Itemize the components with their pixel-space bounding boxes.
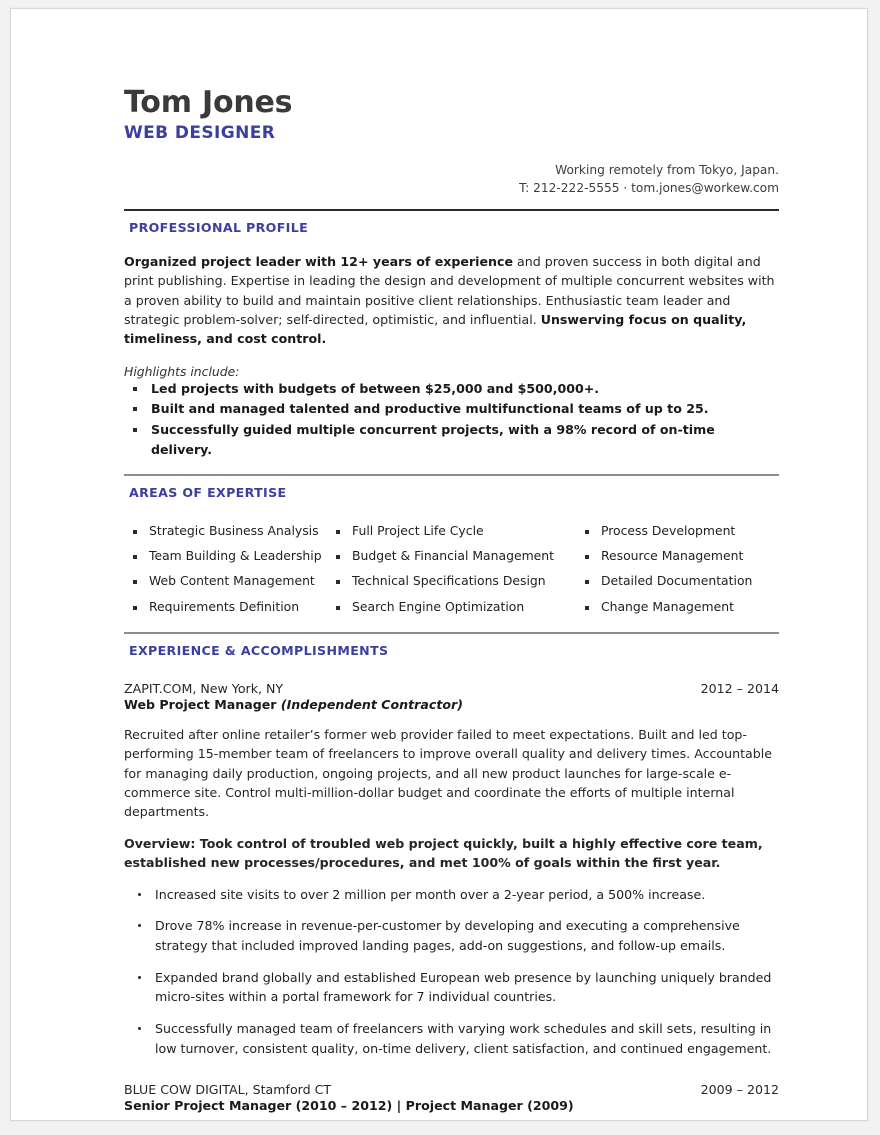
expertise-column-3: Process Development Resource Management …: [576, 518, 779, 620]
job-achievements-list: Increased site visits to over 2 million …: [124, 885, 779, 1058]
job-role-note: (Independent Contractor): [280, 697, 463, 713]
job-dates: 2012 – 2014: [700, 681, 779, 697]
section-divider-gray: [124, 632, 779, 635]
job-header-line: BLUE COW DIGITAL, Stamford CT 2009 – 201…: [124, 1082, 779, 1097]
list-item: Team Building & Leadership: [124, 543, 327, 568]
resume-header: Tom Jones WEB DESIGNER Working remotely …: [124, 87, 779, 198]
job-description: Recruited after online retailer’s former…: [124, 727, 772, 819]
candidate-job-title: WEB DESIGNER: [124, 122, 276, 143]
list-item: Full Project Life Cycle: [327, 518, 576, 543]
list-item: Successfully managed team of freelancers…: [124, 1019, 779, 1058]
highlights-label: Highlights include:: [124, 364, 240, 380]
section-professional-profile: PROFESSIONAL PROFILE Organized project l…: [124, 209, 779, 460]
job-role-line: Web Project Manager (Independent Contrac…: [124, 697, 779, 712]
section-heading-experience: EXPERIENCE & ACCOMPLISHMENTS: [129, 643, 389, 659]
experience-entry-1: ZAPIT.COM, New York, NY 2012 – 2014 Web …: [124, 681, 779, 1058]
profile-paragraph: Organized project leader with 12+ years …: [124, 252, 779, 348]
job-dates: 2009 – 2012: [700, 1082, 779, 1098]
list-item: Budget & Financial Management: [327, 543, 576, 568]
profile-lead-bold: Organized project leader with 12+ years …: [124, 254, 513, 270]
list-item: Resource Management: [576, 543, 779, 568]
expertise-column-1: Strategic Business Analysis Team Buildin…: [124, 518, 327, 620]
resume-page: Tom Jones WEB DESIGNER Working remotely …: [10, 8, 868, 1121]
list-item: Built and managed talented and productiv…: [124, 399, 779, 419]
resume-content: Tom Jones WEB DESIGNER Working remotely …: [11, 9, 867, 1120]
expertise-column-2: Full Project Life Cycle Budget & Financi…: [327, 518, 576, 620]
list-item: Search Engine Optimization: [327, 594, 576, 619]
list-item: Detailed Documentation: [576, 568, 779, 593]
job-role-title: Senior Project Manager (2010 – 2012) | P…: [124, 1098, 574, 1114]
section-experience: EXPERIENCE & ACCOMPLISHMENTS ZAPIT.COM, …: [124, 619, 779, 1120]
list-item: Web Content Management: [124, 568, 327, 593]
document-viewport: Tom Jones WEB DESIGNER Working remotely …: [0, 0, 880, 1135]
highlights-list: Led projects with budgets of between $25…: [124, 379, 779, 461]
expertise-list: Strategic Business Analysis Team Buildin…: [124, 518, 327, 620]
job-header-line: ZAPIT.COM, New York, NY 2012 – 2014: [124, 681, 779, 696]
job-role-title: Web Project Manager: [124, 697, 277, 713]
section-areas-of-expertise: AREAS OF EXPERTISE Strategic Business An…: [124, 461, 779, 620]
job-role-line: Senior Project Manager (2010 – 2012) | P…: [124, 1098, 779, 1113]
expertise-columns: Strategic Business Analysis Team Buildin…: [124, 518, 779, 620]
list-item: Drove 78% increase in revenue-per-custom…: [124, 916, 779, 955]
list-item: Successfully guided multiple concurrent …: [124, 420, 779, 461]
list-item: Expanded brand globally and established …: [124, 968, 779, 1007]
section-heading-areas-of-expertise: AREAS OF EXPERTISE: [129, 484, 287, 500]
job-company: BLUE COW DIGITAL, Stamford CT: [124, 1082, 332, 1098]
experience-entry-2: BLUE COW DIGITAL, Stamford CT 2009 – 201…: [124, 1082, 779, 1120]
section-heading-professional-profile: PROFESSIONAL PROFILE: [129, 220, 309, 236]
expertise-list: Full Project Life Cycle Budget & Financi…: [327, 518, 576, 620]
list-item: Technical Specifications Design: [327, 568, 576, 593]
list-item: Strategic Business Analysis: [124, 518, 327, 543]
list-item: Increased site visits to over 2 million …: [124, 885, 779, 905]
section-divider-dark: [124, 209, 779, 212]
contact-phone-email: T: 212-222-5555 · tom.jones@workew.com: [519, 181, 779, 196]
list-item: Requirements Definition: [124, 594, 327, 619]
job-company: ZAPIT.COM, New York, NY: [124, 681, 284, 697]
contact-location: Working remotely from Tokyo, Japan.: [555, 162, 779, 177]
section-divider-gray: [124, 473, 779, 476]
list-item: Process Development: [576, 518, 779, 543]
job-overview: Overview: Took control of troubled web p…: [124, 835, 763, 870]
contact-block: Working remotely from Tokyo, Japan. T: 2…: [124, 161, 779, 199]
list-item: Led projects with budgets of between $25…: [124, 379, 779, 399]
list-item: Change Management: [576, 594, 779, 619]
expertise-list: Process Development Resource Management …: [576, 518, 779, 620]
candidate-name: Tom Jones: [124, 85, 293, 120]
